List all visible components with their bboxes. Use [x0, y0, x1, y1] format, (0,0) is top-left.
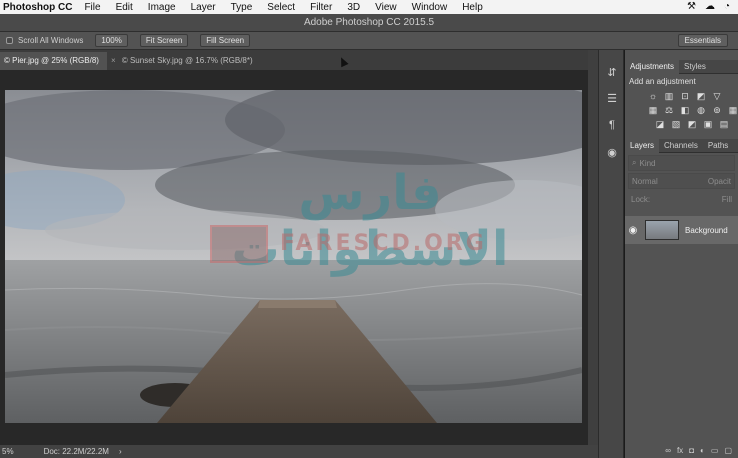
visibility-eye-icon[interactable]: ◉ [625, 225, 641, 236]
adjustment-icons-row-3: ◪ ▧ ◩ ▣ ▤ [625, 117, 738, 131]
tab-layers[interactable]: Layers [625, 138, 660, 153]
menu-view[interactable]: View [375, 2, 397, 13]
search-icon: ⌕ [632, 158, 637, 167]
color-balance-icon[interactable]: ⚖ [664, 105, 674, 115]
adjustments-panel-header: Adjustments Styles [625, 59, 738, 74]
hue-saturation-icon[interactable]: ▦ [648, 105, 658, 115]
tab-label: © Sunset Sky.jpg @ 16.7% (RGB/8*) [121, 56, 253, 65]
watermark-logo [210, 225, 268, 263]
lock-label: Lock: [631, 194, 651, 204]
new-layer-icon[interactable]: ▢ [724, 446, 732, 455]
canvas[interactable]: فارس الاسطوانات FARESCD.ORG [0, 70, 598, 445]
brightness-contrast-icon[interactable]: ☼ [648, 91, 658, 101]
menu-window[interactable]: Window [412, 2, 448, 13]
link-icon[interactable]: ∞ [665, 446, 671, 455]
menu-help[interactable]: Help [462, 2, 483, 13]
cloud-icon[interactable]: ☁ [705, 1, 715, 12]
fill-screen-button[interactable]: Fill Screen [200, 34, 251, 47]
watermark-latin-text: FARESCD.ORG [280, 231, 487, 256]
wifi-icon[interactable]: ◔ [724, 1, 730, 12]
menu-layer[interactable]: Layer [191, 2, 216, 13]
close-icon[interactable]: × [111, 56, 116, 65]
layer-filter-kind[interactable]: ⌕ Kind [628, 155, 735, 171]
watermark: فارس الاسطوانات FARESCD.ORG [160, 165, 580, 277]
menu-bar: Photoshop CC File Edit Image Layer Type … [0, 0, 738, 14]
levels-icon[interactable]: ▥ [664, 91, 674, 101]
fit-screen-button[interactable]: Fit Screen [139, 34, 189, 47]
exposure-icon[interactable]: ◩ [696, 91, 706, 101]
status-menu-arrow[interactable]: › [119, 447, 122, 456]
tab-sunset-sky[interactable]: × © Sunset Sky.jpg @ 16.7% (RGB/8*) [107, 52, 261, 70]
zoom-level[interactable]: 5% [2, 447, 14, 456]
color-lookup-icon[interactable]: ▦ [728, 105, 738, 115]
app-menu[interactable]: Photoshop CC [0, 2, 72, 13]
posterize-icon[interactable]: ▧ [671, 119, 681, 129]
mask-icon[interactable]: ◘ [689, 446, 694, 455]
window-title-bar: Adobe Photoshop CC 2015.5 [0, 14, 738, 32]
vibrance-icon[interactable]: ▽ [712, 91, 722, 101]
photo-filter-icon[interactable]: ◍ [696, 105, 706, 115]
menu-filter[interactable]: Filter [310, 2, 332, 13]
workspace-switcher[interactable]: Essentials [677, 34, 728, 47]
panel-icon-strip: ⇵ ☰ ¶ ◉ [598, 50, 624, 458]
tab-pier[interactable]: © Pier.jpg @ 25% (RGB/8) [0, 52, 107, 70]
menu-3d[interactable]: 3D [347, 2, 360, 13]
tab-styles[interactable]: Styles [679, 62, 711, 71]
add-adjustment-label: Add an adjustment [629, 77, 696, 86]
options-bar: Scroll All Windows 100% Fit Screen Fill … [0, 32, 738, 50]
tab-channels[interactable]: Channels [659, 141, 703, 150]
status-bar: 5% Doc: 22.2M/22.2M › [0, 445, 598, 458]
layer-name[interactable]: Background [685, 226, 728, 235]
tab-adjustments[interactable]: Adjustments [625, 59, 680, 74]
adjustment-icons-row-2: ▦ ⚖ ◧ ◍ ⊚ ▦ [625, 103, 738, 117]
layer-thumbnail [645, 220, 679, 240]
scroll-all-windows-checkbox[interactable] [6, 37, 13, 44]
layer-row-background[interactable]: ◉ Background [625, 216, 738, 244]
paragraph-icon[interactable]: ¶ [605, 118, 619, 132]
group-icon[interactable]: ▭ [711, 446, 719, 455]
doc-size: Doc: 22.2M/22.2M [43, 447, 109, 456]
zoom-100-button[interactable]: 100% [95, 34, 128, 47]
fill-label: Fill [721, 194, 732, 204]
document-tabs: © Pier.jpg @ 25% (RGB/8) × © Sunset Sky.… [0, 50, 598, 70]
gradient-map-icon[interactable]: ▤ [719, 119, 729, 129]
channel-mixer-icon[interactable]: ⊚ [712, 105, 722, 115]
document-area: © Pier.jpg @ 25% (RGB/8) × © Sunset Sky.… [0, 50, 598, 445]
libraries-icon[interactable]: ◉ [605, 146, 619, 160]
black-white-icon[interactable]: ◧ [680, 105, 690, 115]
tab-label: © Pier.jpg @ 25% (RGB/8) [4, 56, 99, 65]
curves-icon[interactable]: ⊡ [680, 91, 690, 101]
system-tray: ⚒ ☁ ◔ [687, 1, 730, 12]
threshold-icon[interactable]: ◩ [687, 119, 697, 129]
properties-icon[interactable]: ☰ [605, 92, 619, 106]
blend-mode-row: Normal Opacit [628, 173, 735, 189]
history-icon[interactable]: ⇵ [605, 66, 619, 80]
kind-label: Kind [639, 158, 656, 168]
layers-panel-footer: ∞ fx ◘ ◐ ▭ ▢ [625, 446, 738, 455]
lock-row: Lock: Fill [628, 191, 735, 207]
menu-image[interactable]: Image [148, 2, 176, 13]
blend-mode-select[interactable]: Normal [632, 177, 708, 186]
hammer-icon[interactable]: ⚒ [687, 1, 696, 12]
invert-icon[interactable]: ◪ [655, 119, 665, 129]
scroll-all-windows-label: Scroll All Windows [18, 36, 84, 45]
vertical-scrollbar[interactable] [588, 50, 598, 445]
menu-type[interactable]: Type [231, 2, 253, 13]
fx-icon[interactable]: fx [677, 446, 683, 455]
menu-file[interactable]: File [84, 2, 100, 13]
tab-paths[interactable]: Paths [703, 141, 733, 150]
opacity-label: Opacit [707, 176, 731, 186]
adjustment-icons-row-1: ☼ ▥ ⊡ ◩ ▽ [625, 89, 738, 103]
menu-edit[interactable]: Edit [116, 2, 133, 13]
layers-panel-header: Layers Channels Paths [625, 138, 738, 153]
menu-select[interactable]: Select [267, 2, 295, 13]
adjustment-layer-icon[interactable]: ◐ [700, 446, 705, 455]
right-panels: Adjustments Styles Add an adjustment ☼ ▥… [625, 50, 738, 458]
window-title: Adobe Photoshop CC 2015.5 [303, 17, 435, 28]
selective-color-icon[interactable]: ▣ [703, 119, 713, 129]
